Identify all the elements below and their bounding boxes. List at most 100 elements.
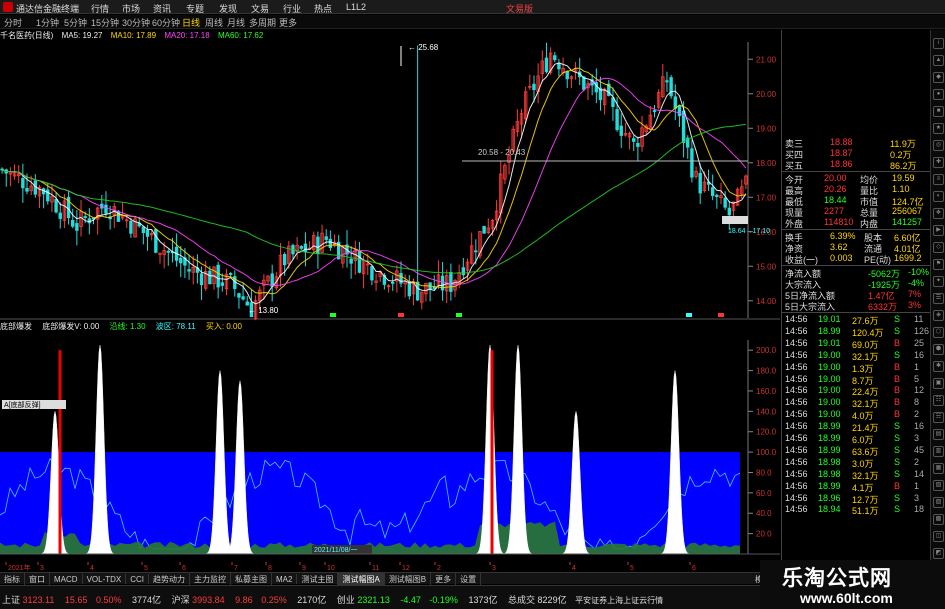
quote-stat-row[interactable]: 今开 20.00 均价 19.59 [782,173,930,185]
tick-row[interactable]: 14:56 18.96 12.7万 S 3 [782,493,930,505]
menu-discover[interactable]: 发现 [219,2,237,15]
sidebar-tool-icon[interactable]: ⬡ [933,327,944,338]
quote-stat-row[interactable]: 净资 3.62 流通 4.01亿 [782,242,930,254]
sidebar-tool-icon[interactable]: ❖ [933,208,944,219]
period-tab[interactable]: 30分钟 [122,16,150,29]
sidebar-tool-icon[interactable]: ▣ [933,378,944,389]
tab-test-a[interactable]: 测试幅图A [338,573,385,585]
sidebar-tool-icon[interactable]: ★ [933,123,944,134]
period-tab[interactable]: 15分钟 [91,16,119,29]
tick-row[interactable]: 14:56 19.00 8.7万 B 5 [782,374,930,386]
period-tab-active[interactable]: 日线 [182,16,200,29]
tick-row[interactable]: 14:56 19.00 32.1万 B 8 [782,397,930,409]
sidebar-tool-icon[interactable]: ◈ [933,310,944,321]
account-label[interactable]: 文易版 [506,2,533,15]
menu-hot[interactable]: 热点 [314,2,332,15]
period-tab[interactable]: 周线 [205,16,223,29]
tab-settings[interactable]: 设置 [456,573,482,585]
flow-row[interactable]: 5日大宗流入 6332万 3% [782,300,930,312]
period-tab[interactable]: 5分钟 [64,16,87,29]
period-tab[interactable]: 月线 [227,16,245,29]
tick-row[interactable]: 14:56 19.00 1.3万 B 1 [782,362,930,374]
tick-row[interactable]: 14:56 19.00 4.0万 B 2 [782,409,930,421]
tab-monitor[interactable]: 主力监控 [190,573,232,585]
tab-window[interactable]: 窗口 [25,573,50,585]
sidebar-tool-icon[interactable]: ☷ [933,395,944,406]
tick-row[interactable]: 14:56 19.00 22.4万 B 12 [782,385,930,397]
tab-more[interactable]: 更多 [431,573,457,585]
sidebar-tool-icon[interactable]: ✚ [933,157,944,168]
sidebar-tool-icon[interactable]: ☰ [933,293,944,304]
period-tab[interactable]: 多周期 [249,16,276,29]
tick-row[interactable]: 14:56 18.99 63.6万 S 45 [782,445,930,457]
quote-stat-row[interactable]: 外盘 114810 内盘 141257 [782,217,930,229]
tab-macd[interactable]: MACD [50,574,83,584]
period-tab[interactable]: 分时 [4,16,22,29]
candlestick-chart[interactable]: 21.0020.0019.0018.0017.0016.0015.0014.00… [0,30,780,320]
quote-stat-row[interactable]: 最低 18.44 市值 124.7亿 [782,195,930,207]
tab-cci[interactable]: CCI [126,574,150,584]
sh-label[interactable]: 上证 [2,595,20,605]
sidebar-tool-icon[interactable]: ▤ [933,429,944,440]
sidebar-tool-icon[interactable]: i [933,38,944,49]
sidebar-tool-icon[interactable]: ◆ [933,72,944,83]
tab-vol[interactable]: VOL-TDX [83,574,127,584]
order-book-row[interactable]: 买四 18.87 0.2万 [782,148,930,160]
flow-row[interactable]: 5日净流入额 1.47亿 7% [782,289,930,301]
sidebar-tool-icon[interactable]: ◩ [933,548,944,559]
cy-label[interactable]: 创业 [337,595,355,605]
sidebar-tool-icon[interactable]: ▨ [933,497,944,508]
quote-stat-row[interactable]: 现量 2277 总量 256067 [782,206,930,218]
sidebar-tool-icon[interactable]: ≡ [933,174,944,185]
order-book-row[interactable]: 买五 18.86 86.2万 [782,159,930,171]
tab-test-b[interactable]: 测试幅图B [385,573,432,585]
sidebar-tool-icon[interactable]: ■ [933,106,944,117]
tick-row[interactable]: 14:56 18.94 51.1万 S 18 [782,504,930,516]
order-book-row[interactable]: 卖三 18.88 11.9万 [782,137,930,149]
tick-row[interactable]: 14:56 18.99 4.1万 B 1 [782,481,930,493]
sidebar-tool-icon[interactable]: ▶ [933,225,944,236]
sidebar-tool-icon[interactable]: ◐ [933,191,944,202]
flow-row[interactable]: 大宗流入 -1925万 -4% [782,278,930,290]
tick-row[interactable]: 14:56 19.01 27.6万 S 11 [782,314,930,326]
sidebar-tool-icon[interactable]: ▦ [933,463,944,474]
menu-wenyi[interactable]: 文易 [251,2,269,15]
sidebar-tool-icon[interactable]: ✦ [933,276,944,287]
tick-row[interactable]: 14:56 18.99 6.0万 S 3 [782,433,930,445]
tab-trend[interactable]: 趋势动力 [149,573,191,585]
period-tab[interactable]: 更多 [279,16,297,29]
sidebar-tool-icon[interactable]: ● [933,89,944,100]
tab-private[interactable]: 私募主图 [231,573,273,585]
quote-stat-row[interactable]: 换手 6.39% 股本 6.60亿 [782,231,930,243]
tick-row[interactable]: 14:56 18.99 21.4万 S 16 [782,421,930,433]
sidebar-tool-icon[interactable]: ▧ [933,480,944,491]
menu-market[interactable]: 市场 [122,2,140,15]
sidebar-tool-icon[interactable]: ☵ [933,412,944,423]
quote-stat-row[interactable]: 收益(一) 0.003 PE(动) 1699.2 [782,253,930,265]
menu-l1l2[interactable]: L1L2 [346,2,366,12]
tick-row[interactable]: 14:56 19.01 69.0万 B 25 [782,338,930,350]
menu-news[interactable]: 资讯 [153,2,171,15]
tab-indicator[interactable]: 指标 [0,573,25,585]
indicator-chart[interactable]: 200.0 180.0 160.0 140.0 120.0 100.0 80.0 60.0 40… [0,332,780,562]
sidebar-tool-icon[interactable]: ▲ [933,55,944,66]
sidebar-tool-icon[interactable]: ▥ [933,446,944,457]
tick-row[interactable]: 14:56 18.99 120.4万 S 126 [782,326,930,338]
sidebar-tool-icon[interactable]: ⬢ [933,344,944,355]
sidebar-tool-icon[interactable]: ◎ [933,140,944,151]
period-tab[interactable]: 1分钟 [36,16,59,29]
sidebar-tool-icon[interactable]: ◫ [933,531,944,542]
tab-test-main[interactable]: 测试主图 [297,573,339,585]
menu-quotes[interactable]: 行情 [91,2,109,15]
menu-topics[interactable]: 专题 [186,2,204,15]
menu-industry[interactable]: 行业 [283,2,301,15]
sidebar-tool-icon[interactable]: ◇ [933,242,944,253]
tab-ma2[interactable]: MA2 [272,574,298,584]
quote-stat-row[interactable]: 最高 20.26 量比 1.10 [782,184,930,196]
indicator-name[interactable]: 底部爆发 [0,322,32,331]
sidebar-tool-icon[interactable]: ✱ [933,361,944,372]
flow-row[interactable]: 净流入额 -5062万 -10% [782,267,930,279]
sz-label[interactable]: 沪深 [172,595,190,605]
sidebar-tool-icon[interactable]: ⚑ [933,259,944,270]
sidebar-tool-icon[interactable]: ▩ [933,514,944,525]
